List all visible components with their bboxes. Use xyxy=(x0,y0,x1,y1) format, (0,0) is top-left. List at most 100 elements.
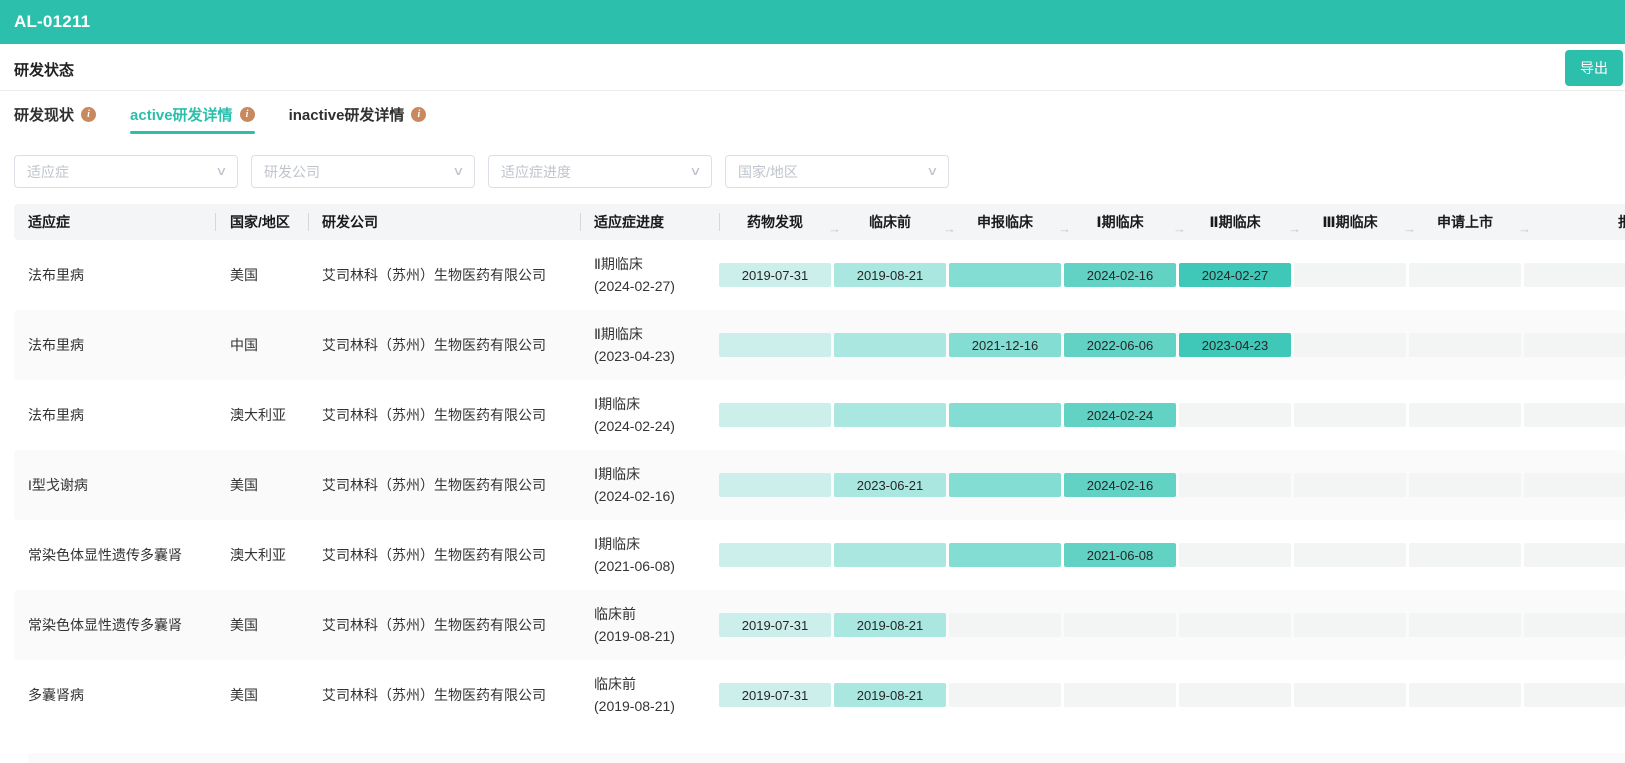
tab-inactive-rd-detail-label: inactive研发详情 xyxy=(289,104,405,125)
stage-cell-药物发现: 2019-07-31 xyxy=(719,263,831,287)
stage-cell-批准上市 xyxy=(1524,543,1625,567)
progress-date: (2024-02-24) xyxy=(594,415,675,437)
stage-cell-申请上市 xyxy=(1409,473,1521,497)
progress-phase: Ⅱ期临床 xyxy=(594,253,675,275)
next-row-sliver xyxy=(28,753,1625,763)
filter-country-region-placeholder: 国家/地区 xyxy=(738,162,798,182)
table-header-row: 适应症国家/地区研发公司适应症进度药物发现→临床前→申报临床→Ⅰ期临床→Ⅱ期临床… xyxy=(14,204,1625,240)
cell-indication: 法布里病 xyxy=(14,310,215,380)
stage-cell-批准上市 xyxy=(1524,683,1625,707)
stage-cell-Ⅰ期临床: 2021-06-08 xyxy=(1064,543,1176,567)
section-header: 研发状态 导出 xyxy=(0,44,1625,91)
column-header-2: 国家/地区 xyxy=(215,204,308,240)
filter-indication-phase[interactable]: 适应症进度∨ xyxy=(488,155,712,188)
stage-cell-Ⅲ期临床 xyxy=(1294,403,1406,427)
stage-cell-批准上市 xyxy=(1524,403,1625,427)
cell-company: 艾司林科（苏州）生物医药有限公司 xyxy=(308,380,580,450)
stage-cell-Ⅱ期临床 xyxy=(1179,613,1291,637)
stage-cell-申请上市 xyxy=(1409,333,1521,357)
progress-text: Ⅱ期临床(2023-04-23) xyxy=(594,323,675,367)
cell-company: 艾司林科（苏州）生物医药有限公司 xyxy=(308,520,580,590)
cell-indication: 法布里病 xyxy=(14,380,215,450)
stage-column-label: Ⅰ期临床 xyxy=(1096,212,1143,232)
filter-indication[interactable]: 适应症∨ xyxy=(14,155,238,188)
column-header-4: 适应症进度 xyxy=(580,204,719,240)
cell-progress: Ⅰ期临床(2024-02-24) xyxy=(580,380,719,450)
info-icon[interactable]: i xyxy=(81,107,96,122)
progress-date: (2023-04-23) xyxy=(594,345,675,367)
table-row: 法布里病美国艾司林科（苏州）生物医药有限公司Ⅱ期临床(2024-02-27)20… xyxy=(14,240,1625,310)
progress-text: 临床前(2019-08-21) xyxy=(594,603,675,647)
stage-column-label: 批准上市 xyxy=(1618,212,1625,232)
table-row: 常染色体显性遗传多囊肾美国艾司林科（苏州）生物医药有限公司临床前(2019-08… xyxy=(14,590,1625,660)
info-icon[interactable]: i xyxy=(411,107,426,122)
tab-inactive-rd-detail[interactable]: inactive研发详情 i xyxy=(289,91,427,137)
progress-date: (2021-06-08) xyxy=(594,555,675,577)
stage-column-header: Ⅲ期临床→ xyxy=(1294,212,1406,232)
stage-cell-批准上市 xyxy=(1524,473,1625,497)
cell-progress: Ⅱ期临床(2024-02-27) xyxy=(580,240,719,310)
cell-indication: 常染色体显性遗传多囊肾 xyxy=(14,520,215,590)
stage-timeline: 2024-02-24 xyxy=(719,380,1625,450)
export-button[interactable]: 导出 xyxy=(1565,50,1623,86)
progress-phase: Ⅰ期临床 xyxy=(594,463,675,485)
stage-cell-临床前: 2019-08-21 xyxy=(834,263,946,287)
stage-column-header: 申报临床→ xyxy=(949,212,1061,232)
stage-cell-申报临床 xyxy=(949,403,1061,427)
tab-active-rd-detail-label: active研发详情 xyxy=(130,104,233,125)
app-root: AL-01211 研发状态 导出 研发现状iactive研发详情iinactiv… xyxy=(0,0,1625,763)
progress-text: 临床前(2019-08-21) xyxy=(594,673,675,717)
stage-header-group: 药物发现→临床前→申报临床→Ⅰ期临床→Ⅱ期临床→Ⅲ期临床→申请上市→批准上市 xyxy=(719,204,1625,240)
stage-cell-临床前: 2019-08-21 xyxy=(834,613,946,637)
stage-column-label: 申请上市 xyxy=(1437,212,1493,232)
tab-active-rd-detail[interactable]: active研发详情 i xyxy=(130,91,255,137)
section-title: 研发状态 xyxy=(14,59,74,80)
cell-region: 澳大利亚 xyxy=(215,520,308,590)
cell-progress: Ⅰ期临床(2024-02-16) xyxy=(580,450,719,520)
stage-cell-批准上市 xyxy=(1524,613,1625,637)
table-body: 法布里病美国艾司林科（苏州）生物医药有限公司Ⅱ期临床(2024-02-27)20… xyxy=(14,240,1625,730)
stage-column-header: 批准上市 xyxy=(1524,212,1625,232)
progress-phase: 临床前 xyxy=(594,603,675,625)
stage-cell-申报临床: 2021-12-16 xyxy=(949,333,1061,357)
cell-progress: 临床前(2019-08-21) xyxy=(580,660,719,730)
stage-cell-Ⅱ期临床 xyxy=(1179,543,1291,567)
progress-date: (2024-02-16) xyxy=(594,485,675,507)
stage-cell-申请上市 xyxy=(1409,403,1521,427)
stage-cell-Ⅲ期临床 xyxy=(1294,473,1406,497)
stage-timeline: 2023-06-212024-02-16 xyxy=(719,450,1625,520)
cell-progress: Ⅱ期临床(2023-04-23) xyxy=(580,310,719,380)
progress-date: (2019-08-21) xyxy=(594,625,675,647)
tab-rd-overview[interactable]: 研发现状i xyxy=(14,91,96,137)
stage-column-label: Ⅱ期临床 xyxy=(1209,212,1260,232)
stage-cell-Ⅱ期临床 xyxy=(1179,473,1291,497)
progress-text: Ⅱ期临床(2024-02-27) xyxy=(594,253,675,297)
filter-country-region[interactable]: 国家/地区∨ xyxy=(725,155,949,188)
stage-cell-申报临床 xyxy=(949,473,1061,497)
table-row: I型戈谢病美国艾司林科（苏州）生物医药有限公司Ⅰ期临床(2024-02-16)2… xyxy=(14,450,1625,520)
filter-bar: 适应症∨ 研发公司∨ 适应症进度∨ 国家/地区∨ xyxy=(0,137,1625,204)
stage-column-header: 申请上市→ xyxy=(1409,212,1521,232)
stage-cell-Ⅰ期临床: 2024-02-16 xyxy=(1064,263,1176,287)
table-row: 多囊肾病美国艾司林科（苏州）生物医药有限公司临床前(2019-08-21)201… xyxy=(14,660,1625,730)
stage-cell-申报临床 xyxy=(949,683,1061,707)
stage-column-label: 申报临床 xyxy=(977,212,1033,232)
cell-company: 艾司林科（苏州）生物医药有限公司 xyxy=(308,590,580,660)
stage-cell-申请上市 xyxy=(1409,683,1521,707)
column-header-3: 研发公司 xyxy=(308,204,580,240)
filter-company-placeholder: 研发公司 xyxy=(264,162,320,182)
page-title: AL-01211 xyxy=(14,12,90,32)
stage-cell-Ⅱ期临床: 2023-04-23 xyxy=(1179,333,1291,357)
cell-company: 艾司林科（苏州）生物医药有限公司 xyxy=(308,310,580,380)
table-row: 法布里病澳大利亚艾司林科（苏州）生物医药有限公司Ⅰ期临床(2024-02-24)… xyxy=(14,380,1625,450)
progress-text: Ⅰ期临床(2021-06-08) xyxy=(594,533,675,577)
stage-cell-Ⅰ期临床: 2022-06-06 xyxy=(1064,333,1176,357)
stage-cell-Ⅱ期临床 xyxy=(1179,683,1291,707)
stage-cell-药物发现 xyxy=(719,333,831,357)
stage-cell-申请上市 xyxy=(1409,263,1521,287)
info-icon[interactable]: i xyxy=(240,107,255,122)
stage-cell-批准上市 xyxy=(1524,263,1625,287)
filter-indication-placeholder: 适应症 xyxy=(27,162,69,182)
filter-company[interactable]: 研发公司∨ xyxy=(251,155,475,188)
stage-cell-Ⅰ期临床: 2024-02-16 xyxy=(1064,473,1176,497)
